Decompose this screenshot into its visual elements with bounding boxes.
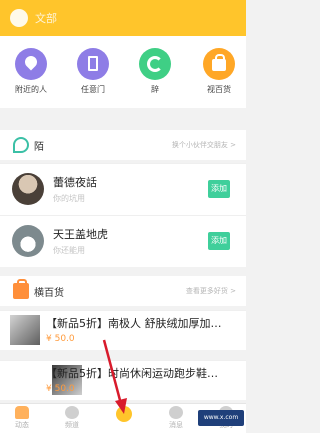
home-icon xyxy=(15,406,29,419)
product-title: 【新品5折】南极人 舒肤绒加厚加… xyxy=(46,317,222,330)
more-goods-link[interactable]: 查看更多好货 > xyxy=(186,286,236,296)
product-price: ¥ 50.0 xyxy=(46,384,75,394)
friend-row[interactable]: 天王盖地虎 你还能用 添加 xyxy=(0,215,246,267)
quick-nav-label: 辞 xyxy=(151,85,159,94)
friend-row[interactable]: 蕾德夜話 你的坑用 添加 xyxy=(0,163,246,215)
friend-subtitle: 你的坑用 xyxy=(53,194,85,203)
product-thumbnail xyxy=(10,315,40,345)
tab-label: 频道 xyxy=(65,421,79,429)
quick-nav-refresh[interactable]: 辞 xyxy=(130,48,180,95)
add-friend-button[interactable]: 添加 xyxy=(208,232,230,250)
door-icon xyxy=(77,48,109,80)
tab-dynamic[interactable]: 动态 xyxy=(2,406,42,430)
tab-messages[interactable]: 消息 xyxy=(156,406,196,430)
shopping-bag-icon xyxy=(203,48,235,80)
shopping-bag-icon xyxy=(13,279,29,299)
friends-section-header: 陌 换个小伙伴交朋友 > xyxy=(0,130,246,160)
quick-nav-door[interactable]: 任意门 xyxy=(68,48,118,95)
quick-nav-shop[interactable]: 视百货 xyxy=(194,48,244,95)
header-title: 文部 xyxy=(35,12,57,25)
quick-nav: 附近的人 任意门 辞 视百货 xyxy=(0,36,246,108)
add-friend-button[interactable]: 添加 xyxy=(208,180,230,198)
quick-nav-nearby[interactable]: 附近的人 xyxy=(6,48,56,95)
quick-nav-label: 附近的人 xyxy=(15,85,47,94)
message-icon xyxy=(169,406,183,419)
product-title: 【新品5折】时尚休闲运动跑步鞋… xyxy=(46,367,218,380)
watermark: www.x.com xyxy=(198,410,244,426)
shop-section-header: 横百货 查看更多好货 > xyxy=(0,276,246,306)
chat-bubble-icon xyxy=(13,137,29,153)
friend-name: 蕾德夜話 xyxy=(53,176,97,189)
center-tab-icon xyxy=(116,406,132,422)
tab-center[interactable] xyxy=(104,406,144,423)
product-price: ¥ 50.0 xyxy=(46,334,75,344)
tab-label: 消息 xyxy=(169,421,183,429)
change-friends-link[interactable]: 换个小伙伴交朋友 > xyxy=(172,140,236,150)
product-row[interactable]: 【新品5折】时尚休闲运动跑步鞋… ¥ 50.0 xyxy=(0,360,246,400)
friends-section-title: 陌 xyxy=(34,142,44,153)
product-row[interactable]: 【新品5折】南极人 舒肤绒加厚加… ¥ 50.0 xyxy=(0,310,246,350)
app-logo-icon xyxy=(10,9,28,27)
channel-icon xyxy=(65,406,79,419)
app-header: 文部 xyxy=(0,0,246,36)
friend-subtitle: 你还能用 xyxy=(53,246,85,255)
shop-section-title: 横百货 xyxy=(34,288,64,299)
location-pin-icon xyxy=(15,48,47,80)
friend-name: 天王盖地虎 xyxy=(53,228,108,241)
tab-label: 动态 xyxy=(15,421,29,429)
refresh-circle-icon xyxy=(139,48,171,80)
avatar xyxy=(12,173,44,205)
quick-nav-label: 视百货 xyxy=(207,85,231,94)
avatar xyxy=(12,225,44,257)
quick-nav-label: 任意门 xyxy=(81,85,105,94)
tab-channel[interactable]: 频道 xyxy=(52,406,92,430)
